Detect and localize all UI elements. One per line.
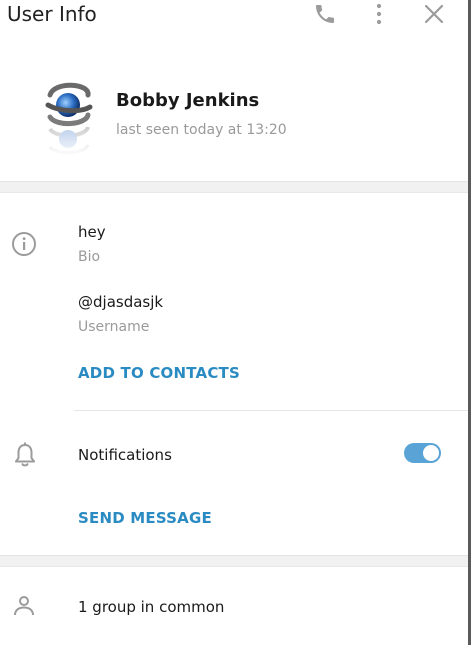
notifications-label: Notifications [78, 446, 172, 464]
last-seen-status: last seen today at 13:20 [116, 122, 287, 138]
person-icon [12, 594, 36, 618]
bio-value: hey [78, 223, 106, 241]
more-vertical-icon[interactable] [367, 2, 391, 26]
add-to-contacts-button[interactable]: ADD TO CONTACTS [78, 364, 240, 382]
avatar[interactable] [44, 81, 94, 157]
header: User Info [0, 0, 468, 30]
section-separator [0, 181, 468, 193]
username-label: Username [78, 319, 150, 335]
bio-label: Bio [78, 249, 101, 265]
username-value[interactable]: @djasdasjk [78, 293, 163, 311]
profile-card: Bobby Jenkins last seen today at 13:20 [0, 50, 468, 180]
contact-name: Bobby Jenkins [116, 90, 260, 111]
info-icon [11, 231, 37, 257]
close-icon[interactable] [422, 2, 446, 26]
groups-in-common[interactable]: 1 group in common [78, 598, 224, 616]
bell-icon [12, 441, 38, 469]
phone-icon[interactable] [313, 2, 337, 26]
notifications-toggle[interactable] [404, 443, 441, 463]
send-message-button[interactable]: SEND MESSAGE [78, 509, 212, 527]
divider [74, 410, 468, 411]
toggle-knob [423, 445, 439, 461]
section-separator [0, 555, 468, 567]
page-title: User Info [7, 2, 97, 26]
